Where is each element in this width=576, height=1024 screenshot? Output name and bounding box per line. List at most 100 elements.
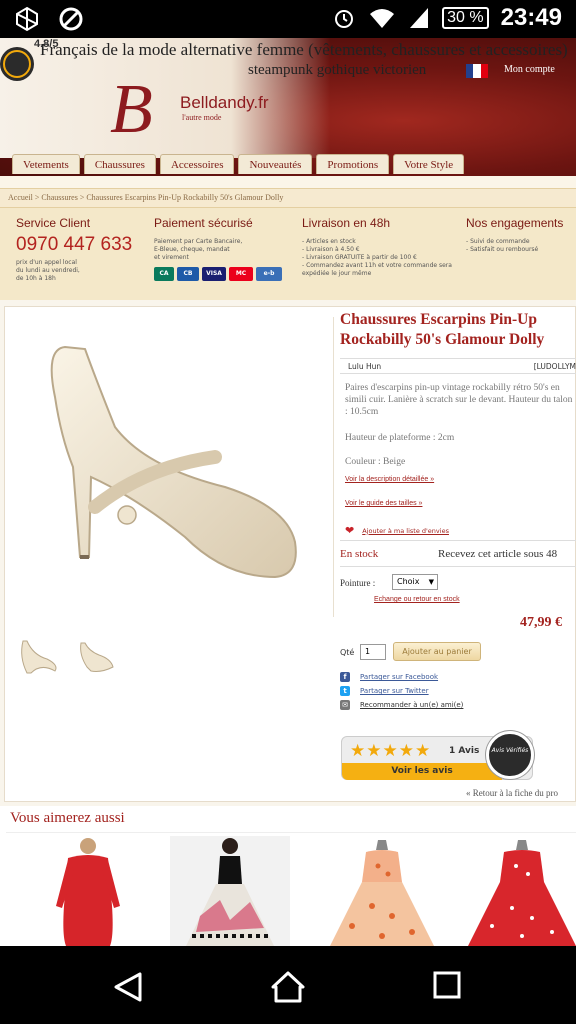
service-client-block: Service Client 0970 447 633 prix d'un ap… [16,216,132,283]
visa-icon: VISA [202,267,226,281]
delivery-lines: - Articles en stock - Livraison à 4.50 € -… [302,238,452,277]
logo-monogram[interactable]: B [110,75,153,145]
stock-status: En stock [340,548,379,560]
share-facebook[interactable]: f Partager sur Facebook [340,672,438,682]
column-divider [333,317,334,617]
share-twitter[interactable]: t Partager sur Twitter [340,686,429,696]
detailed-description-link[interactable]: Voir la description détaillée » [345,476,434,483]
star-icon: ★ [415,741,432,761]
recommendation-item-halter-dress[interactable] [170,836,290,946]
service-title: Service Client [16,216,91,230]
mail-icon: ✉ [340,700,350,710]
payment-block: Paiement sécurisé Paiement par Carte Ban… [154,216,282,281]
recommendation-item-red-dress[interactable] [28,836,148,946]
reviews-widget[interactable]: ★★★★★ 1 Avis Voir les avis Avis Vérifiés [341,731,534,780]
service-phone[interactable]: 0970 447 633 [16,234,132,256]
recommend-friend[interactable]: ✉ Recommander à un(e) ami(e) [340,700,463,710]
nav-tab-votre-style[interactable]: Votre Style [393,154,465,174]
recommendation-item-polka-dress[interactable] [462,836,576,946]
recommendation-item-floral-dress[interactable] [322,836,442,946]
nav-tab-vetements[interactable]: Vetements [12,154,80,174]
home-icon[interactable] [270,970,306,1004]
brand-row: Lulu Hun [LUDOLLYM [340,358,576,374]
back-icon[interactable] [112,970,146,1004]
recents-icon[interactable] [432,970,462,1000]
nav-tab-nouveautes[interactable]: Nouveautés [238,154,313,174]
header-tagline-sub: steampunk gothique victorien [248,62,427,78]
product-color: Couleur : Beige [345,457,406,467]
logo-name[interactable]: Belldandy.fr [180,93,269,113]
star-icon: ★ [366,741,383,761]
service-info-strip: Service Client 0970 447 633 prix d'un ap… [0,208,576,300]
size-guide-link[interactable]: Voir le guide des tailles » [345,500,422,507]
site-header: Français de la mode alternative femme (v… [0,38,576,176]
see-reviews-button[interactable]: Voir les avis [342,763,502,780]
product-reference: [LUDOLLYM [533,362,576,371]
delivery-title: Livraison en 48h [302,216,391,230]
nav-tab-accessoires[interactable]: Accessoires [159,154,235,174]
nav-tab-promotions[interactable]: Promotions [316,154,390,174]
main-nav: Vetements Chaussures Accessoires Nouveau… [12,154,465,174]
verified-reviews-seal: Avis Vérifiés [486,731,534,779]
app-notification-icon [16,6,38,32]
platform-height: Hauteur de plateforme : 2cm [345,433,455,443]
recommendations-title: Vous aimerez aussi [10,810,125,826]
service-hours: prix d'un appel local du lundi au vendred… [16,259,80,282]
product-thumbnail-1[interactable] [17,637,61,677]
product-title: Chaussures Escarpins Pin-Up Rockabilly 5… [340,311,545,348]
size-select[interactable]: Choix ▼ [392,574,438,590]
commitments-title: Nos engagements [466,216,564,230]
recommendations-section: Vous aimerez aussi [0,806,576,946]
system-nav-bar [0,946,576,1024]
divider [340,566,576,567]
return-exchange-link[interactable]: Echange ou retour en stock [374,596,460,603]
product-main-image[interactable] [25,337,325,597]
commitments-lines: - Suivi de commande - Satisfait ou rembou… [466,238,539,253]
divider [340,540,576,541]
credit-agricole-icon: CA [154,267,174,281]
rating-stars: ★★★★★ [350,741,431,761]
mastercard-icon: MC [229,267,253,281]
delivery-block: Livraison en 48h - Articles en stock - Li… [302,216,452,278]
status-bar: 30 % 23:49 [0,0,576,38]
payment-logos: CA CB VISA MC e-b [154,267,282,281]
chevron-down-icon: ▼ [428,578,434,586]
wishlist-link[interactable]: ❤ Ajouter à ma liste d'envies [345,524,449,537]
blocked-icon [59,7,83,31]
french-flag-icon[interactable] [466,64,488,78]
signal-icon [410,8,429,28]
back-to-product-link[interactable]: « Retour à la fiche du pro [466,788,558,798]
commitments-block: Nos engagements - Suivi de commande - Sat… [466,216,563,254]
breadcrumb[interactable]: Accueil > Chaussures > Chaussures Escarp… [0,188,576,208]
wishlist-label: Ajouter à ma liste d'envies [362,526,449,535]
header-gap [0,176,576,188]
verified-reviews-badge-icon[interactable] [0,38,36,94]
logo-subtitle: l'autre mode [182,113,222,122]
divider [6,832,576,833]
add-to-cart-button[interactable]: Ajouter au panier [393,642,481,661]
reviews-count: 1 Avis [449,746,480,756]
quantity-input[interactable]: 1 [360,644,386,660]
payment-methods-text: Paiement par Carte Bancaire, E-Bleue, che… [154,238,243,261]
star-icon: ★ [398,741,415,761]
screen: 30 % 23:49 Français de la mode alternati… [0,0,576,1024]
product-price: 47,99 € [520,615,562,630]
twitter-icon: t [340,686,350,696]
account-link[interactable]: Mon compte [504,64,555,75]
product-description: Paires d'escarpins pin-up vintage rockab… [345,383,573,417]
rating-score: 4.8/5 [34,38,59,50]
header-tagline: Français de la mode alternative femme (v… [40,40,568,59]
clock: 23:49 [500,4,562,31]
nav-tab-chaussures[interactable]: Chaussures [83,154,156,174]
heart-icon: ❤ [345,524,355,537]
alarm-icon [335,10,354,28]
product-area: Chaussures Escarpins Pin-Up Rockabilly 5… [0,300,576,806]
facebook-icon: f [340,672,350,682]
payment-title: Paiement sécurisé [154,216,253,230]
star-icon: ★ [350,741,367,761]
product-thumbnail-2[interactable] [73,637,117,677]
e-bleue-icon: e-b [256,267,282,281]
wifi-icon [370,9,395,28]
star-icon: ★ [382,741,399,761]
brand-name[interactable]: Lulu Hun [348,362,381,371]
